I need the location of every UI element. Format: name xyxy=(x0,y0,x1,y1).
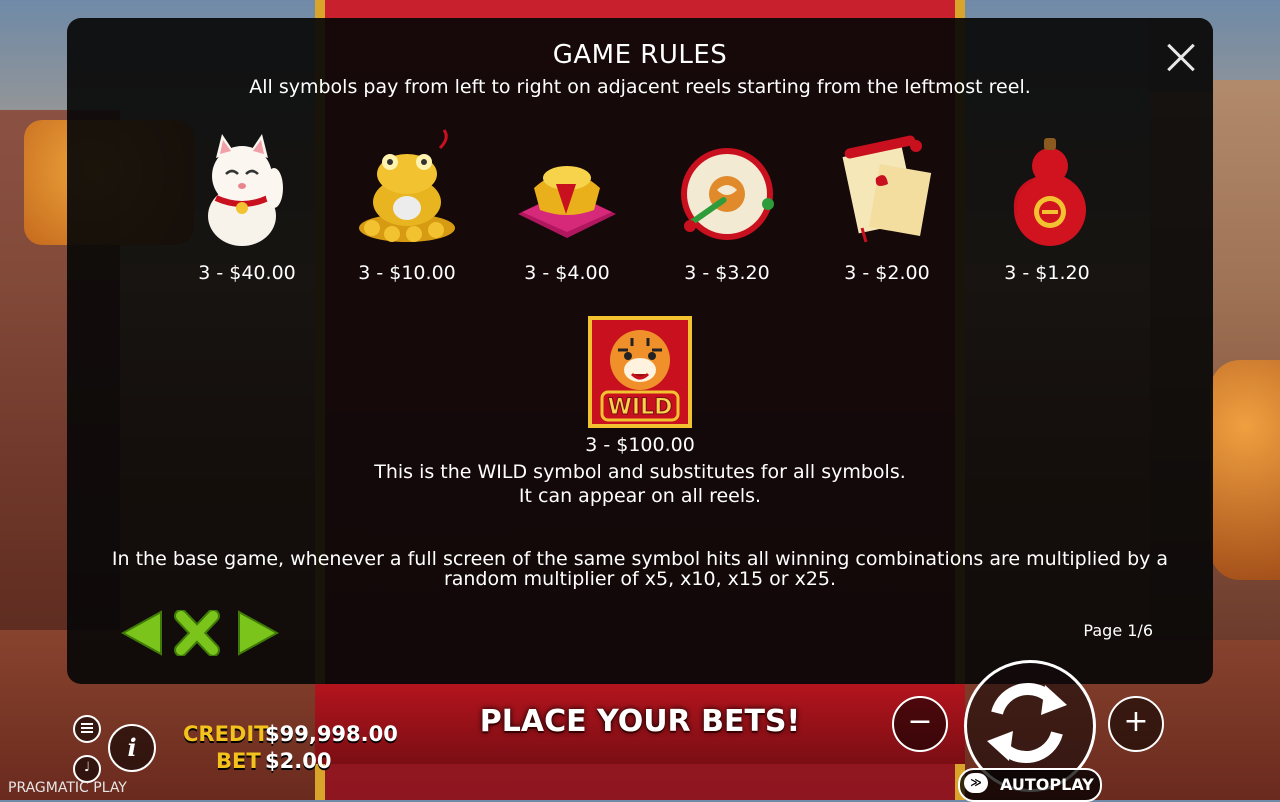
symbol-drum: 3 - $3.20 xyxy=(672,128,782,284)
arrow-right-icon xyxy=(238,610,280,656)
symbol-lucky-cat: 3 - $40.00 xyxy=(192,128,302,284)
wild-label: WILD xyxy=(608,395,673,420)
symbol-scroll: 3 - $2.00 xyxy=(832,128,942,284)
red-gourd-icon xyxy=(992,128,1102,248)
rules-subtitle: All symbols pay from left to right on ad… xyxy=(249,76,1031,98)
page-title: GAME RULES xyxy=(552,40,728,70)
game-rules-modal: GAME RULES All symbols pay from left to … xyxy=(67,18,1213,684)
golden-toad-icon xyxy=(352,128,462,248)
minus-icon: − xyxy=(907,704,933,739)
autoplay-button[interactable]: ≫ AUTOPLAY xyxy=(958,768,1102,802)
symbol-gold-ingot: 3 - $4.00 xyxy=(512,128,622,284)
credit-value: $99,998.00 xyxy=(265,722,398,746)
bottom-control-bar: PLACE YOUR BETS! ♩ i CREDIT $99,998.00 B… xyxy=(0,660,1280,802)
tiger-mascot xyxy=(1210,360,1280,580)
wild-desc-line1: This is the WILD symbol and substitutes … xyxy=(374,461,906,483)
symbol-red-gourd: 3 - $1.20 xyxy=(992,128,1102,284)
bet-value: $2.00 xyxy=(265,749,332,773)
gold-ingot-icon xyxy=(512,128,622,248)
spin-arrows-icon xyxy=(987,683,1067,763)
symbol-pay: 3 - $40.00 xyxy=(198,262,296,284)
symbol-pay: 3 - $4.00 xyxy=(524,262,610,284)
fast-forward-icon: ≫ xyxy=(964,773,988,793)
credit-label: CREDIT xyxy=(183,722,269,746)
symbol-pay: 3 - $10.00 xyxy=(358,262,456,284)
wild-tiger-icon: WILD xyxy=(588,316,692,428)
paytable: 3 - $40.00 3 - $10.00 3 - $4.00 3 - $3.2… xyxy=(192,128,1092,288)
wild-desc-line2: It can appear on all reels. xyxy=(518,485,762,507)
sound-button[interactable]: ♩ xyxy=(73,755,101,783)
symbol-pay: 3 - $2.00 xyxy=(844,262,930,284)
symbol-golden-toad: 3 - $10.00 xyxy=(352,128,462,284)
close-rules-button[interactable] xyxy=(173,609,221,660)
page-indicator: Page 1/6 xyxy=(1083,621,1153,640)
provider-logo: PRAGMATIC PLAY xyxy=(8,780,127,796)
increase-bet-button[interactable]: + xyxy=(1108,696,1164,752)
wild-pay: 3 - $100.00 xyxy=(585,434,695,456)
menu-button[interactable] xyxy=(73,715,101,743)
arrow-left-icon xyxy=(120,610,162,656)
lucky-cat-icon xyxy=(192,128,302,248)
speaker-icon: ♩ xyxy=(83,760,91,775)
autoplay-label: AUTOPLAY xyxy=(1000,775,1094,794)
info-icon: i xyxy=(127,733,137,762)
previous-page-button[interactable] xyxy=(120,610,163,660)
drum-icon xyxy=(672,128,782,248)
close-icon xyxy=(174,609,220,657)
wild-section: WILD 3 - $100.00 This is the WILD symbol… xyxy=(67,316,1213,508)
base-game-rule: In the base game, whenever a full screen… xyxy=(111,548,1169,590)
wild-description: This is the WILD symbol and substitutes … xyxy=(67,460,1213,508)
plus-icon: + xyxy=(1123,704,1149,739)
next-page-button[interactable] xyxy=(237,610,280,660)
scroll-icon xyxy=(832,128,942,248)
decrease-bet-button[interactable]: − xyxy=(892,696,948,752)
symbol-pay: 3 - $3.20 xyxy=(684,262,770,284)
info-button[interactable]: i xyxy=(108,724,156,772)
symbol-pay: 3 - $1.20 xyxy=(1004,262,1090,284)
bet-label: BET xyxy=(216,749,261,773)
